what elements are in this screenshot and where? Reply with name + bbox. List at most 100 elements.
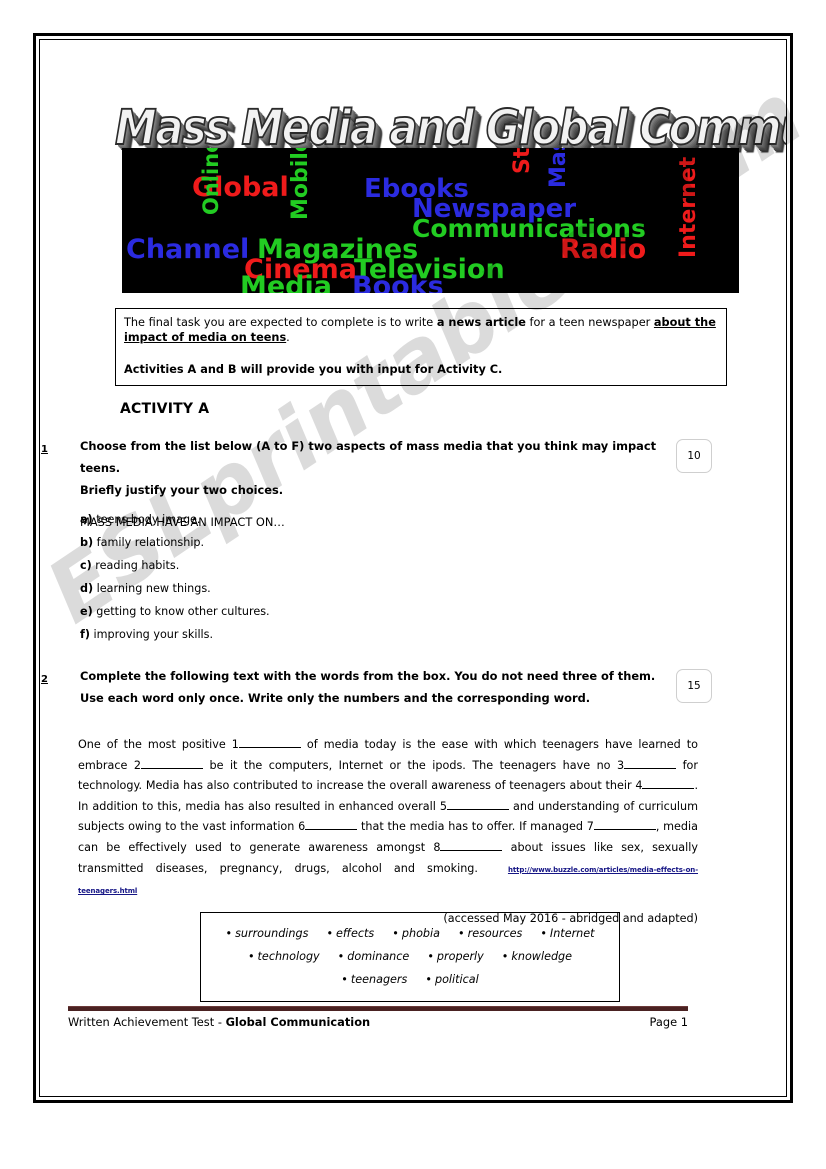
final-task-box: The final task you are expected to compl… — [115, 308, 727, 386]
question-2-marks-box: 15 — [676, 669, 712, 703]
option-letter-e: e) — [80, 605, 93, 618]
cloze-blank-2[interactable] — [140, 757, 203, 769]
bullet-icon: • — [337, 950, 345, 963]
question-2-text: Complete the following text with the wor… — [80, 665, 660, 709]
word-bank-row: • technology • dominance • properly • knowledge — [211, 945, 609, 968]
word-bank-item-label: surroundings — [235, 927, 309, 940]
cloze-blank-1[interactable] — [238, 736, 301, 748]
cloze-blank-6[interactable] — [305, 818, 358, 831]
option-letter-f: f) — [80, 628, 90, 641]
activity-a-heading: ACTIVITY A — [120, 401, 210, 417]
activities-note: Activities A and B will provide you with… — [124, 363, 503, 376]
option-item-a: a) teens body image. — [80, 513, 200, 526]
word-bank-item[interactable]: • surroundings — [225, 927, 308, 940]
word-bank-item-label: properly — [436, 950, 484, 963]
word-bank-item[interactable]: • knowledge — [502, 950, 572, 963]
question-2-line-2: Use each word only once. Write only the … — [80, 691, 591, 705]
word-bank-item[interactable]: • Internet — [540, 927, 594, 940]
word-cloud-word: Station — [510, 148, 535, 174]
word-bank-item-label: technology — [257, 950, 320, 963]
word-bank-item-label: effects — [336, 927, 375, 940]
word-bank-item[interactable]: • phobia — [392, 927, 440, 940]
word-bank-row: • teenagers • political — [211, 968, 609, 991]
word-bank-item-label: dominance — [347, 950, 410, 963]
word-cloud-word: Books — [352, 271, 444, 293]
option-item-c: c) reading habits. — [80, 559, 179, 572]
question-1-marks-box: 10 — [676, 439, 712, 473]
worksheet-sheet: Mass Media and Global Communication Glob… — [40, 40, 786, 1096]
task-text-a: The final task you are expected to compl… — [124, 316, 437, 329]
cloze-blank-3[interactable] — [624, 757, 677, 769]
footer-page-number: Page 1 — [649, 1015, 688, 1029]
option-letter-c: c) — [80, 559, 92, 572]
cloze-blank-5[interactable] — [447, 798, 509, 810]
question-2-line-1: Complete the following text with the wor… — [80, 669, 656, 683]
bullet-icon: • — [427, 950, 434, 963]
final-task-sentence: The final task you are expected to compl… — [124, 315, 718, 345]
word-cloud-word: Online — [199, 148, 223, 215]
option-item-e: e) getting to know other cultures. — [80, 605, 270, 618]
option-text-b: family relationship. — [93, 536, 205, 549]
word-cloud-word: Media — [240, 271, 332, 293]
word-cloud-banner: GlobalEbooksStationMassOnlineNewspaperMo… — [122, 148, 739, 293]
question-1-line-1: Choose from the list below (A to F) two … — [80, 439, 657, 475]
question-2-marks-value: 15 — [687, 680, 701, 692]
word-bank-item-label: Internet — [549, 927, 595, 940]
option-text-f: improving your skills. — [89, 628, 214, 641]
bullet-icon: • — [425, 973, 432, 986]
word-cloud-word: Radio — [560, 234, 647, 265]
word-bank-item[interactable]: • teenagers — [341, 973, 407, 986]
word-bank-item[interactable]: • effects — [326, 927, 374, 940]
bullet-icon: • — [501, 950, 509, 963]
footer-divider — [68, 1006, 688, 1011]
word-bank-item[interactable]: • resources — [458, 927, 522, 940]
word-bank-item-label: political — [434, 973, 479, 986]
word-bank-item[interactable]: • political — [425, 973, 478, 986]
option-text-c: reading habits. — [91, 559, 180, 572]
word-bank-item[interactable]: • properly — [427, 950, 483, 963]
passage-seg-3: be it the computers, Internet or the ipo… — [202, 758, 625, 772]
passage-seg-7: that the media has to offer. If managed … — [357, 820, 594, 834]
word-cloud-word: Mass — [546, 148, 571, 188]
option-item-d: d) learning new things. — [80, 582, 211, 595]
bullet-icon: • — [341, 973, 348, 986]
word-bank-row: • surroundings • effects • phobia • resources • I… — [211, 922, 609, 945]
word-cloud-word: Mobile — [288, 148, 313, 220]
bullet-icon: • — [247, 950, 255, 963]
bullet-icon: • — [540, 927, 547, 940]
option-text-e: getting to know other cultures. — [92, 605, 270, 618]
option-letter-b: b) — [80, 536, 94, 549]
worksheet-title-wordart: Mass Media and Global Communication — [114, 98, 786, 157]
word-bank-item-label: teenagers — [350, 973, 408, 986]
bullet-icon: • — [326, 927, 334, 940]
bullet-icon: • — [457, 927, 465, 940]
word-bank-item-label: phobia — [401, 927, 440, 940]
question-1-number: 1 — [41, 444, 48, 455]
word-bank-box: • surroundings • effects • phobia • resources • I… — [200, 912, 620, 1002]
question-2-number: 2 — [41, 674, 48, 685]
cloze-blank-4[interactable] — [642, 777, 695, 790]
option-letter-d: d) — [80, 582, 94, 595]
cloze-blank-8[interactable] — [440, 839, 503, 851]
bullet-icon: • — [392, 927, 399, 940]
word-bank-item[interactable]: • dominance — [338, 950, 410, 963]
word-cloud-word: Internet — [676, 156, 701, 258]
option-item-b: b) family relationship. — [80, 536, 204, 549]
task-text-c: . — [286, 331, 290, 344]
cloze-passage: One of the most positive 1 of media toda… — [78, 735, 698, 902]
word-bank-item-label: knowledge — [511, 950, 573, 963]
word-bank-item[interactable]: • technology — [248, 950, 320, 963]
word-bank-item-label: resources — [467, 927, 523, 940]
passage-seg-1: One of the most positive 1 — [78, 738, 239, 751]
option-item-f: f) improving your skills. — [80, 628, 213, 641]
question-1-marks-value: 10 — [687, 450, 701, 462]
question-1-line-2: Briefly justify your two choices. — [80, 483, 284, 497]
option-letter-a: a) — [80, 513, 93, 526]
word-cloud-word: Channel — [126, 234, 250, 265]
option-text-a: teens body image. — [92, 513, 201, 526]
task-text-b: for a teen newspaper — [525, 316, 654, 329]
bullet-icon: • — [225, 927, 233, 940]
option-text-d: learning new things. — [93, 582, 211, 595]
task-text-bold: a news article — [436, 316, 526, 329]
cloze-blank-7[interactable] — [593, 818, 656, 831]
